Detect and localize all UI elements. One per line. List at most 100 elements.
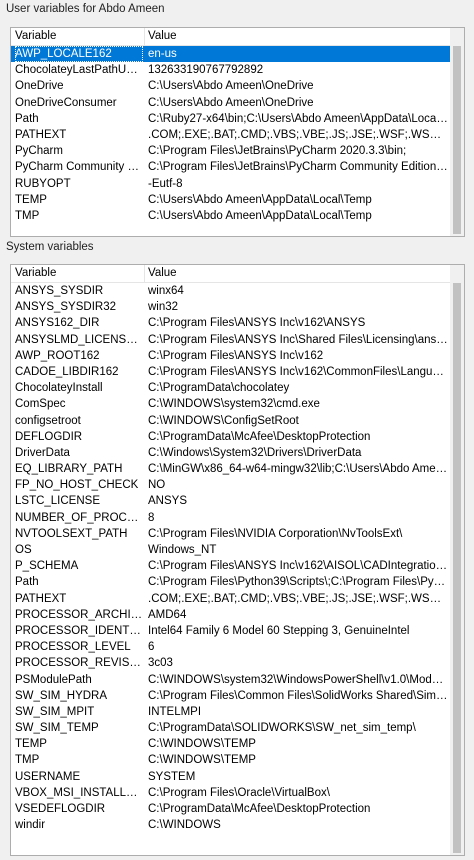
- table-row[interactable]: CADOE_LIBDIR162 C:\Program Files\ANSYS In…: [11, 364, 450, 380]
- variable-value: C:\MinGW\x86_64-w64-mingw32\lib;C:\Users…: [148, 463, 448, 476]
- table-row[interactable]: TMP C:\Users\Abdo Ameen\AppData\Local\Tem…: [11, 208, 450, 224]
- variable-value: C:\WINDOWS\system32\WindowsPowerShell\v1…: [148, 673, 448, 686]
- table-row[interactable]: FP_NO_HOST_CHECK NO: [11, 477, 450, 493]
- table-row[interactable]: AWP_ROOT162 C:\Program Files\ANSYS Inc\v1…: [11, 348, 450, 364]
- system-variables-list[interactable]: Variable Value ANSYS_SYSDIR winx64 ANSYS_S…: [10, 264, 465, 856]
- variable-value: 8: [148, 511, 155, 524]
- table-row[interactable]: SW_SIM_HYDRA C:\Program Files\Common File…: [11, 688, 450, 704]
- table-row[interactable]: TEMP C:\WINDOWS\TEMP: [11, 736, 450, 752]
- table-row[interactable]: DriverData C:\Windows\System32\Drivers\Dr…: [11, 445, 450, 461]
- variable-name: ChocolateyInstall: [15, 382, 103, 395]
- table-row[interactable]: PSModulePath C:\WINDOWS\system32\WindowsP…: [11, 672, 450, 688]
- table-row[interactable]: USERNAME SYSTEM: [11, 769, 450, 785]
- variable-value: C:\ProgramData\McAfee\DesktopProtection: [148, 803, 371, 815]
- variable-value: C:\Program Files\JetBrains\PyCharm Commu…: [148, 161, 448, 174]
- table-row[interactable]: LSTC_LICENSE ANSYS: [11, 493, 450, 509]
- table-row[interactable]: PATHEXT .COM;.EXE;.BAT;.CMD;.VBS;.VBE;.JS…: [11, 127, 450, 143]
- user-variables-list[interactable]: Variable Value AWP_LOCALE162 en-us Chocola…: [10, 27, 465, 237]
- variable-name: NVTOOLSEXT_PATH: [15, 527, 128, 540]
- column-divider[interactable]: [144, 265, 145, 282]
- system-variables-scrollbar[interactable]: [450, 265, 464, 855]
- variable-value: C:\Program Files\JetBrains\PyCharm 2020.…: [148, 145, 407, 158]
- variable-value: .COM;.EXE;.BAT;.CMD;.VBS;.VBE;.JS;.JSE;.…: [148, 128, 448, 141]
- system-variables-rows: ANSYS_SYSDIR winx64 ANSYS_SYSDIR32 win32 ANS…: [11, 283, 450, 833]
- table-row[interactable]: PyCharm Community Edition C:\Program File…: [11, 159, 450, 175]
- variable-value: C:\Program Files\Common Files\SolidWorks…: [148, 689, 448, 702]
- table-row[interactable]: SW_SIM_MPIT INTELMPI: [11, 704, 450, 720]
- variable-name: PROCESSOR_ARCHITECTURE: [15, 608, 143, 621]
- table-row[interactable]: OneDriveConsumer C:\Users\Abdo Ameen\OneD…: [11, 95, 450, 111]
- variable-value: en-us: [148, 48, 177, 60]
- table-row[interactable]: VSEDEFLOGDIR C:\ProgramData\McAfee\Deskto…: [11, 801, 450, 817]
- scrollbar-thumb[interactable]: [453, 283, 461, 853]
- table-row[interactable]: ANSYSLMD_LICENSE_FILE C:\Program Files\AN…: [11, 332, 450, 348]
- table-row[interactable]: TMP C:\WINDOWS\TEMP: [11, 752, 450, 768]
- variable-name: PROCESSOR_LEVEL: [15, 641, 131, 654]
- variable-value: C:\WINDOWS\ConfigSetRoot: [148, 414, 299, 427]
- variable-name: Path: [15, 112, 39, 125]
- variable-value: 3c03: [148, 657, 173, 670]
- table-row[interactable]: DEFLOGDIR C:\ProgramData\McAfee\DesktopPr…: [11, 429, 450, 445]
- variable-name: DEFLOGDIR: [15, 430, 83, 443]
- table-row[interactable]: ANSYS162_DIR C:\Program Files\ANSYS Inc\v…: [11, 315, 450, 331]
- variable-value: C:\Windows\System32\Drivers\DriverData: [148, 446, 362, 459]
- table-row[interactable]: VBOX_MSI_INSTALL_PATH C:\Program Files\Or…: [11, 785, 450, 801]
- variable-name: CADOE_LIBDIR162: [15, 365, 119, 378]
- table-row[interactable]: ComSpec C:\WINDOWS\system32\cmd.exe: [11, 396, 450, 412]
- system-variables-group-title: System variables: [6, 241, 94, 253]
- table-row[interactable]: SW_SIM_TEMP C:\ProgramData\SOLIDWORKS\SW_…: [11, 720, 450, 736]
- table-row[interactable]: ChocolateyLastPathUpdate 1326331907677928…: [11, 62, 450, 78]
- table-row[interactable]: NUMBER_OF_PROCESSORS 8: [11, 510, 450, 526]
- variable-name: VBOX_MSI_INSTALL_PATH: [15, 786, 143, 799]
- variable-value: C:\Program Files\Oracle\VirtualBox\: [148, 786, 330, 799]
- table-row[interactable]: TEMP C:\Users\Abdo Ameen\AppData\Local\Te…: [11, 192, 450, 208]
- table-row[interactable]: OneDrive C:\Users\Abdo Ameen\OneDrive: [11, 78, 450, 94]
- table-row[interactable]: OS Windows_NT: [11, 542, 450, 558]
- variable-name: EQ_LIBRARY_PATH: [15, 463, 123, 476]
- variable-name: OS: [15, 544, 32, 556]
- table-row[interactable]: PyCharm C:\Program Files\JetBrains\PyChar…: [11, 143, 450, 159]
- table-row[interactable]: P_SCHEMA C:\Program Files\ANSYS Inc\v162\…: [11, 558, 450, 574]
- variable-name: P_SCHEMA: [15, 560, 79, 573]
- variable-name: windir: [15, 819, 46, 832]
- variable-name: TMP: [15, 209, 40, 222]
- column-divider[interactable]: [144, 28, 145, 45]
- variable-name: PyCharm: [15, 145, 63, 158]
- variable-value: 6: [148, 641, 155, 654]
- variable-name: TEMP: [15, 738, 47, 751]
- column-header-variable[interactable]: Variable: [15, 30, 56, 42]
- variable-name: PATHEXT: [15, 592, 67, 605]
- table-row[interactable]: PROCESSOR_REVISION 3c03: [11, 655, 450, 671]
- scrollbar-thumb[interactable]: [453, 46, 461, 234]
- table-row[interactable]: PATHEXT .COM;.EXE;.BAT;.CMD;.VBS;.VBE;.JS…: [11, 591, 450, 607]
- variable-name: TMP: [15, 754, 40, 767]
- column-header-value[interactable]: Value: [148, 267, 177, 279]
- user-variables-header: Variable Value: [11, 28, 450, 46]
- variable-value: C:\Ruby27-x64\bin;C:\Users\Abdo Ameen\Ap…: [148, 112, 448, 125]
- table-row[interactable]: configsetroot C:\WINDOWS\ConfigSetRoot: [11, 413, 450, 429]
- table-row[interactable]: Path C:\Program Files\Python39\Scripts\;C…: [11, 574, 450, 590]
- variable-value: C:\WINDOWS\TEMP: [148, 754, 256, 767]
- table-row[interactable]: PROCESSOR_IDENTIFIER Intel64 Family 6 Mod…: [11, 623, 450, 639]
- table-row[interactable]: windir C:\WINDOWS: [11, 817, 450, 833]
- table-row[interactable]: RUBYOPT -Eutf-8: [11, 176, 450, 192]
- variable-value: -Eutf-8: [148, 177, 183, 190]
- variable-value: C:\Users\Abdo Ameen\OneDrive: [148, 80, 314, 93]
- variable-value: C:\Users\Abdo Ameen\AppData\Local\Temp: [148, 209, 372, 222]
- table-row[interactable]: ANSYS_SYSDIR winx64: [11, 283, 450, 299]
- variable-name: OneDrive: [15, 80, 64, 93]
- table-row[interactable]: EQ_LIBRARY_PATH C:\MinGW\x86_64-w64-mingw…: [11, 461, 450, 477]
- table-row[interactable]: PROCESSOR_LEVEL 6: [11, 639, 450, 655]
- variable-name: PATHEXT: [15, 128, 67, 141]
- variable-value: win32: [148, 301, 179, 314]
- table-row[interactable]: Path C:\Ruby27-x64\bin;C:\Users\Abdo Amee…: [11, 111, 450, 127]
- table-row[interactable]: ANSYS_SYSDIR32 win32: [11, 299, 450, 315]
- user-variables-scrollbar[interactable]: [450, 28, 464, 236]
- variable-name: LSTC_LICENSE: [15, 495, 101, 508]
- table-row[interactable]: ChocolateyInstall C:\ProgramData\chocolat…: [11, 380, 450, 396]
- table-row[interactable]: AWP_LOCALE162 en-us: [11, 46, 450, 63]
- column-header-value[interactable]: Value: [148, 30, 177, 42]
- table-row[interactable]: PROCESSOR_ARCHITECTURE AMD64: [11, 607, 450, 623]
- table-row[interactable]: NVTOOLSEXT_PATH C:\Program Files\NVIDIA C…: [11, 526, 450, 542]
- column-header-variable[interactable]: Variable: [15, 267, 56, 279]
